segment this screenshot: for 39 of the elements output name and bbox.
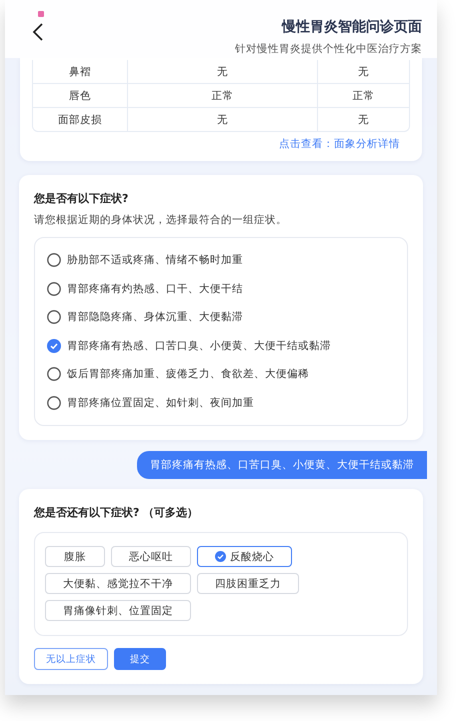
- page-subtitle: 针对慢性胃炎提供个性化中医治疗方案: [235, 42, 422, 56]
- followup-title: 您是否还有以下症状? （可多选）: [34, 505, 200, 520]
- radio-icon[interactable]: [47, 253, 61, 268]
- analysis-details-link[interactable]: 点击查看：面象分析详情: [279, 137, 400, 151]
- symptom-tag[interactable]: 恶心呕吐: [111, 546, 191, 567]
- page-title: 慢性胃炎智能问诊页面: [282, 18, 422, 36]
- table-cell-text: 无: [357, 64, 370, 80]
- table-cell: 无: [128, 60, 318, 83]
- table-cell: 无: [128, 108, 318, 131]
- back-icon[interactable]: [32, 22, 44, 42]
- symptom-option[interactable]: 胁肋部不适或疼痛、情绪不畅时加重: [47, 246, 395, 274]
- table-cell-text: 无: [357, 112, 370, 128]
- submit-button[interactable]: 提交: [114, 648, 166, 670]
- symptom-tag[interactable]: 大便黏、感觉拉不干净: [45, 573, 191, 594]
- table-cell: 面部皮损: [33, 108, 128, 131]
- reply-bubble: 胃部疼痛有热感、口苦口臭、小便黄、大便干结或黏滞: [137, 451, 427, 479]
- radio-icon[interactable]: [47, 310, 61, 324]
- symptom-option[interactable]: 胃部疼痛有热感、口苦口臭、小便黄、大便干结或黏滞: [47, 332, 395, 360]
- symptom-option[interactable]: 胃部隐隐疼痛、身体沉重、大便黏滞: [47, 303, 395, 332]
- checked-radio-icon[interactable]: [47, 338, 61, 353]
- symptom-tag[interactable]: 胃痛像针刺、位置固定: [45, 600, 191, 621]
- question-hint: 请您根据近期的身体状况，选择最符合的一组症状。: [34, 213, 288, 227]
- symptom-option[interactable]: 饭后胃部疼痛加重、疲倦乏力、食欲差、大便偏稀: [47, 360, 395, 388]
- none-button[interactable]: 无以上症状: [34, 648, 108, 670]
- symptom-tag[interactable]: 腹胀: [45, 546, 105, 567]
- status-icon: [38, 11, 44, 17]
- radio-icon[interactable]: [47, 367, 61, 382]
- check-icon: [215, 551, 226, 562]
- symptom-option[interactable]: 胃部疼痛位置固定、如针刺、夜间加重: [47, 388, 395, 417]
- question-title: 您是否有以下症状?: [34, 191, 130, 206]
- table-cell: 鼻褶: [33, 60, 128, 83]
- radio-icon[interactable]: [47, 282, 61, 296]
- table-cell-text: 正常: [352, 88, 376, 104]
- radio-icon[interactable]: [47, 396, 61, 410]
- symptom-tag[interactable]: 反酸烧心: [197, 546, 292, 567]
- table-cell: 唇色: [33, 84, 128, 107]
- table-cell: 正常: [128, 84, 318, 107]
- symptom-tag[interactable]: 四肢困重乏力: [197, 573, 299, 594]
- symptom-option[interactable]: 胃部疼痛有灼热感、口干、大便干结: [47, 274, 395, 303]
